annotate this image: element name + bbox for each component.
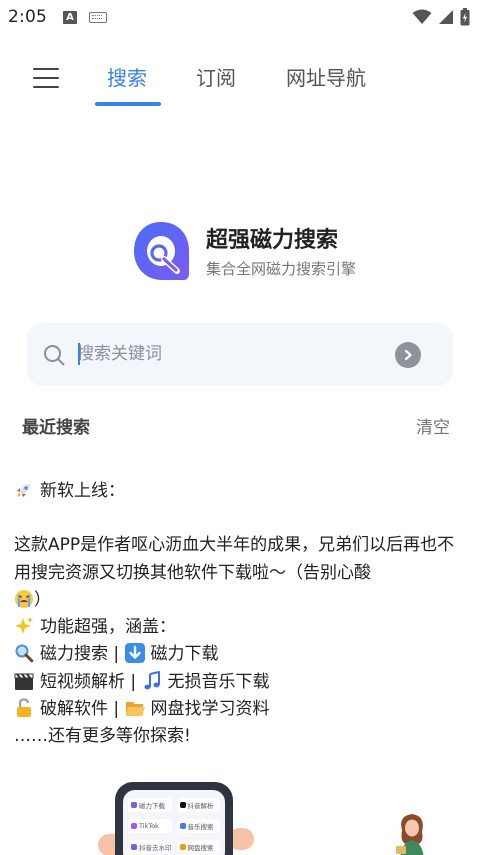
brand-header: 超强磁力搜索 集合全网磁力搜索引擎 <box>132 220 392 284</box>
search-go-button[interactable] <box>395 342 421 368</box>
active-tab-indicator <box>95 102 161 106</box>
music-note-icon <box>144 670 160 690</box>
app-title: 超强磁力搜索 <box>206 228 339 253</box>
phone-app-chip: 磁力下载 <box>128 798 172 812</box>
phone-app-chip: 抖音去水印 <box>128 840 172 854</box>
feature-line-3: 破解软件 | 网盘找学习资料 <box>14 696 466 723</box>
announcement-footer: ……还有更多等你探索! <box>14 726 191 747</box>
phone-app-chip: 抖音解析 <box>176 798 220 812</box>
top-navigation: 搜索 订阅 网址导航 <box>0 50 480 106</box>
crying-face-icon <box>15 589 33 608</box>
clapper-board-icon <box>14 673 34 690</box>
announcement-paragraph: 这款APP是作者呕心沥血大半年的成果，兄弟们以后再也不用搜完资源又切换其他软件下… <box>14 535 455 610</box>
wifi-icon <box>412 9 432 24</box>
phone-screen: 磁力下载 抖音解析 TikTok 音乐搜索 抖音去水印 网盘搜索 <box>123 790 225 855</box>
battery-icon <box>460 8 470 26</box>
recent-searches-title: 最近搜索 <box>22 418 90 438</box>
signal-icon <box>439 10 453 24</box>
keyboard-icon <box>88 11 107 23</box>
tab-search[interactable]: 搜索 <box>107 62 147 91</box>
clear-recent-button[interactable]: 清空 <box>416 413 450 438</box>
search-input[interactable] <box>77 339 387 369</box>
announcement: 新软上线： 这款APP是作者呕心沥血大半年的成果，兄弟们以后再也不用搜完资源又切… <box>14 478 466 751</box>
tab-url-navigation[interactable]: 网址导航 <box>286 62 366 91</box>
sparkles-icon <box>15 617 33 635</box>
feature-line-1: 磁力搜索 | 磁力下载 <box>14 641 466 668</box>
phone-illustration: 磁力下载 抖音解析 TikTok 音乐搜索 抖音去水印 网盘搜索 <box>115 782 233 855</box>
promo-illustration: 磁力下载 抖音解析 TikTok 音乐搜索 抖音去水印 网盘搜索 <box>90 770 460 855</box>
search-icon <box>44 345 65 366</box>
open-folder-icon <box>125 702 145 717</box>
tab-subscribe[interactable]: 订阅 <box>196 62 236 91</box>
phone-app-chip: 音乐搜索 <box>176 819 220 833</box>
chevron-right-icon <box>404 349 412 361</box>
phone-app-chip: 网盘搜索 <box>176 840 220 854</box>
woman-illustration <box>396 814 424 855</box>
text-caret <box>78 343 80 365</box>
phone-app-chip: TikTok <box>128 819 172 833</box>
app-logo-icon <box>134 222 189 280</box>
unlocked-icon <box>17 698 31 718</box>
announcement-headline: 新软上线： <box>14 478 466 505</box>
app-subtitle: 集合全网磁力搜索引擎 <box>206 260 357 278</box>
magnifier-icon <box>15 644 34 663</box>
rocket-icon <box>17 484 30 497</box>
feature-line-2: 短视频解析 | 无损音乐下载 <box>14 669 466 696</box>
menu-icon[interactable] <box>33 68 59 90</box>
a-notification-icon: A <box>62 10 77 24</box>
status-bar: 2:05 A <box>0 0 480 34</box>
search-box <box>27 323 453 386</box>
features-title: 功能超强，涵盖： <box>14 614 466 641</box>
download-arrow-icon <box>124 643 145 664</box>
status-time: 2:05 <box>8 7 47 27</box>
